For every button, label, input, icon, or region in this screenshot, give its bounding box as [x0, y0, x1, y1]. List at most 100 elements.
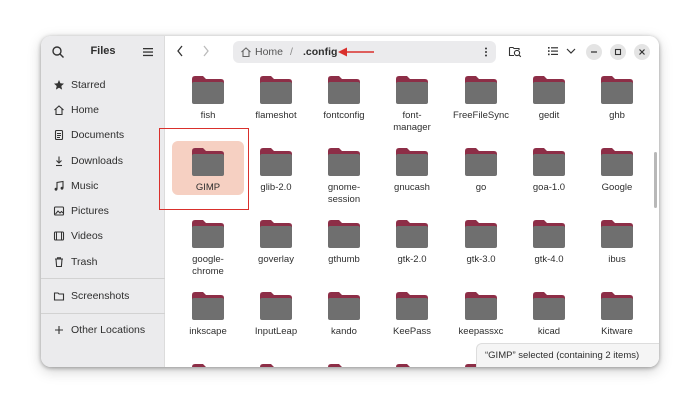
sidebar-item-label: Music [71, 179, 99, 192]
picture-icon [53, 206, 65, 216]
folder-label: glib-2.0 [260, 182, 292, 193]
folder-label: gtk-4.0 [534, 254, 564, 265]
sidebar-item-pictures[interactable]: Pictures [47, 198, 159, 223]
sidebar-item-starred[interactable]: Starred [47, 72, 159, 97]
sidebar-item-documents[interactable]: Documents [47, 123, 159, 148]
sidebar-item-label: Videos [71, 230, 103, 243]
folder-label: fish [200, 110, 216, 121]
folder-label: inkscape [189, 326, 227, 337]
hamburger-menu-icon[interactable] [142, 46, 154, 58]
folder-icon [396, 364, 425, 367]
sidebar-item-screenshots[interactable]: Screenshots [47, 283, 159, 308]
sidebar-item-label: Pictures [71, 205, 109, 218]
path-segment-home[interactable]: Home [255, 46, 283, 58]
trash-icon [55, 256, 63, 267]
sidebar-item-label: Screenshots [71, 290, 130, 303]
folder-label: font- manager [393, 110, 431, 133]
folder-icon [53, 292, 65, 301]
back-arrow-icon[interactable] [175, 44, 185, 58]
folder-label: ghb [609, 110, 625, 121]
folder-icon [260, 148, 292, 176]
minimize-icon [591, 51, 597, 53]
folder-label: Google [601, 182, 633, 193]
path-separator: / [290, 46, 293, 58]
path-segment-current[interactable]: .config [303, 46, 337, 58]
folder-icon [192, 76, 224, 104]
folder-label: goverlay [258, 254, 294, 265]
sidebar-item-label: Starred [71, 78, 106, 91]
folder-label: keepassxc [458, 326, 504, 337]
folder-icon [396, 292, 428, 320]
folder-label: kando [331, 326, 357, 337]
file-manager-window: Files Starred Home Documents Downloads M… [41, 36, 659, 367]
scrollbar[interactable] [654, 152, 657, 208]
folder-icon [396, 220, 428, 248]
folder-icon [328, 148, 360, 176]
sidebar-item-trash[interactable]: Trash [47, 249, 159, 274]
folder-icon [328, 364, 357, 367]
folder-label: go [475, 182, 487, 193]
folder-view[interactable]: fish flameshot fontconfig font- manager Free… [165, 68, 659, 367]
folder-icon [260, 76, 292, 104]
folder-icon [465, 292, 497, 320]
folder-icon [260, 220, 292, 248]
folder-icon [396, 148, 428, 176]
folder-label: gnucash [394, 182, 430, 193]
sidebar-item-label: Other Locations [71, 324, 146, 337]
folder-label: goa-1.0 [532, 182, 566, 193]
minimize-button[interactable] [586, 44, 602, 60]
folder-icon [601, 220, 633, 248]
folder-label: gnome- session [327, 182, 361, 205]
sidebar-item-label: Home [71, 103, 100, 116]
folder-label: google- chrome [192, 254, 224, 277]
close-button[interactable] [634, 44, 650, 60]
folder-label: kicad [537, 326, 561, 337]
star-icon [54, 79, 64, 90]
folder-icon [260, 292, 292, 320]
folder-icon [465, 220, 497, 248]
chevron-down-icon[interactable] [564, 44, 578, 58]
home-icon [241, 47, 251, 58]
sidebar-item-home[interactable]: Home [47, 97, 159, 122]
maximize-icon [614, 48, 622, 56]
header-bar: Home / .config [165, 36, 659, 68]
sidebar-item-other-locations[interactable]: Other Locations [47, 318, 159, 343]
folder-icon [328, 292, 360, 320]
download-icon [56, 156, 62, 166]
folder-icon [601, 76, 633, 104]
sidebar-item-downloads[interactable]: Downloads [47, 148, 159, 173]
folder-icon [533, 220, 565, 248]
folder-icon [396, 76, 428, 104]
folder-icon [533, 76, 565, 104]
sidebar-item-music[interactable]: Music [47, 173, 159, 198]
sidebar-places: Starred Home Documents Downloads Music P… [41, 72, 165, 343]
sidebar-separator [41, 312, 165, 314]
sidebar-header: Files [41, 36, 164, 68]
folder-label: flameshot [255, 110, 297, 121]
status-bar: “GIMP” selected (containing 2 items) [476, 343, 659, 367]
sidebar-item-videos[interactable]: Videos [47, 224, 159, 249]
folder-icon [533, 148, 565, 176]
sidebar-item-label: Documents [71, 129, 125, 142]
folder-label: FreeFileSync [453, 110, 509, 121]
folder-label: gtk-3.0 [466, 254, 496, 265]
folder-icon [533, 292, 565, 320]
plus-icon [55, 326, 63, 335]
kebab-menu-icon[interactable] [484, 46, 488, 58]
folder-icon [192, 292, 224, 320]
list-view-icon[interactable] [546, 44, 560, 58]
folder-label: fontconfig [323, 110, 365, 121]
folder-label: InputLeap [254, 326, 298, 337]
maximize-button[interactable] [610, 44, 626, 60]
close-icon [639, 49, 645, 55]
forward-arrow-icon[interactable] [201, 44, 211, 58]
folder-label: KeePass [392, 326, 432, 337]
folder-label: Kitware [601, 326, 633, 337]
search-folder-icon[interactable] [508, 44, 522, 58]
folder-label: ibus [608, 254, 626, 265]
folder-label: gthumb [328, 254, 360, 265]
sidebar: Files Starred Home Documents Downloads M… [41, 36, 165, 367]
sidebar-item-label: Trash [71, 255, 98, 268]
folder-icon [192, 220, 224, 248]
folder-label: gtk-2.0 [397, 254, 427, 265]
